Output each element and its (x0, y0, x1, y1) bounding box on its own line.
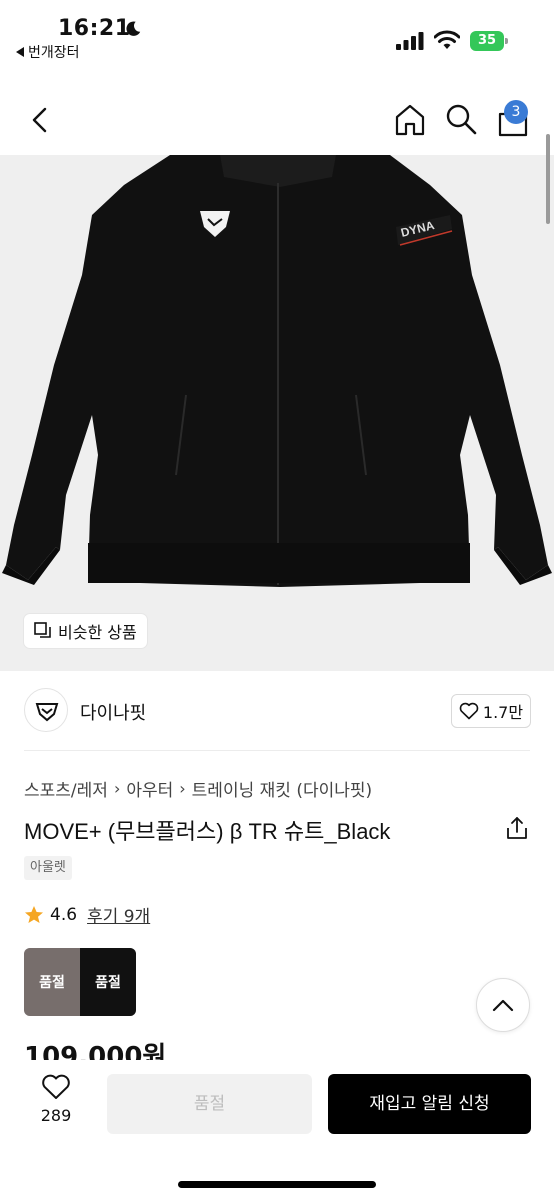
home-indicator (178, 1181, 376, 1188)
share-icon[interactable] (504, 815, 530, 841)
restock-alert-button[interactable]: 재입고 알림 신청 (328, 1074, 531, 1134)
bottom-action-bar: 289 품절 재입고 알림 신청 (0, 1060, 554, 1200)
jacket-image: DYNA (0, 155, 554, 671)
breadcrumb-item-training-jacket[interactable]: 트레이닝 재킷 (다이나핏) (192, 776, 372, 801)
divider (24, 750, 530, 751)
dynafit-logo-icon (35, 703, 59, 722)
back-arrow-icon[interactable] (24, 104, 56, 136)
status-time: 16:21 (58, 16, 131, 41)
soldout-label: 품절 (80, 948, 136, 1016)
scroll-to-top-button[interactable] (476, 978, 530, 1032)
back-triangle-icon (16, 47, 24, 57)
color-option-beige[interactable]: 품절 (24, 948, 80, 1016)
star-icon (25, 905, 43, 923)
back-app-label: 번개장터 (28, 45, 80, 61)
wifi-icon (434, 30, 460, 49)
product-title: MOVE+ (무브플러스) β TR 슈트_Black (24, 819, 391, 844)
breadcrumb-item-outer[interactable]: 아우터 (126, 776, 173, 801)
review-link[interactable]: 후기 9개 (87, 902, 150, 927)
brand-like-button[interactable]: 1.7만 (451, 694, 531, 728)
home-icon[interactable] (392, 102, 428, 138)
brand-row: 다이나핏 1.7만 (0, 686, 554, 738)
similar-products-label: 비슷한 상품 (58, 623, 137, 642)
status-bar: 16:21 번개장터 35 (0, 0, 554, 66)
outlet-tag: 아울렛 (24, 856, 72, 880)
chevron-up-icon (492, 999, 514, 1012)
cart-count-badge: 3 (504, 100, 528, 124)
battery-level: 35 (470, 31, 504, 51)
rating-value: 4.6 (50, 904, 78, 925)
heart-icon (42, 1074, 70, 1099)
soldout-label: 품절 (24, 948, 80, 1016)
search-icon[interactable] (444, 102, 478, 136)
brand-name[interactable]: 다이나핏 (80, 699, 146, 725)
soldout-button: 품절 (107, 1074, 312, 1134)
chevron-right-icon: › (113, 779, 121, 798)
breadcrumb: 스포츠/레저 › 아우터 › 트레이닝 재킷 (다이나핏) (24, 776, 372, 801)
chevron-right-icon: › (179, 779, 186, 798)
wishlist-count: 289 (40, 1106, 72, 1125)
heart-icon (459, 702, 479, 720)
color-option-black[interactable]: 품절 (80, 948, 136, 1016)
battery-indicator: 35 (470, 31, 508, 51)
signal-icon (396, 32, 424, 50)
scrollbar[interactable] (546, 134, 550, 224)
product-price: 109,000원 (24, 1042, 167, 1062)
rating-row: 4.6 후기 9개 (24, 902, 150, 927)
moon-icon (126, 21, 141, 36)
back-to-app-button[interactable]: 번개장터 (16, 42, 80, 62)
brand-logo[interactable] (24, 688, 68, 732)
app-header (0, 90, 554, 150)
color-options: 품절 품절 (24, 948, 136, 1016)
breadcrumb-item-category[interactable]: 스포츠/레저 (24, 776, 108, 801)
wishlist-button[interactable]: 289 (34, 1074, 78, 1134)
brand-like-count: 1.7만 (482, 703, 524, 722)
product-image[interactable]: DYNA 비슷한 상품 (0, 155, 554, 671)
similar-products-button[interactable]: 비슷한 상품 (24, 614, 147, 648)
copy-icon (34, 622, 51, 638)
